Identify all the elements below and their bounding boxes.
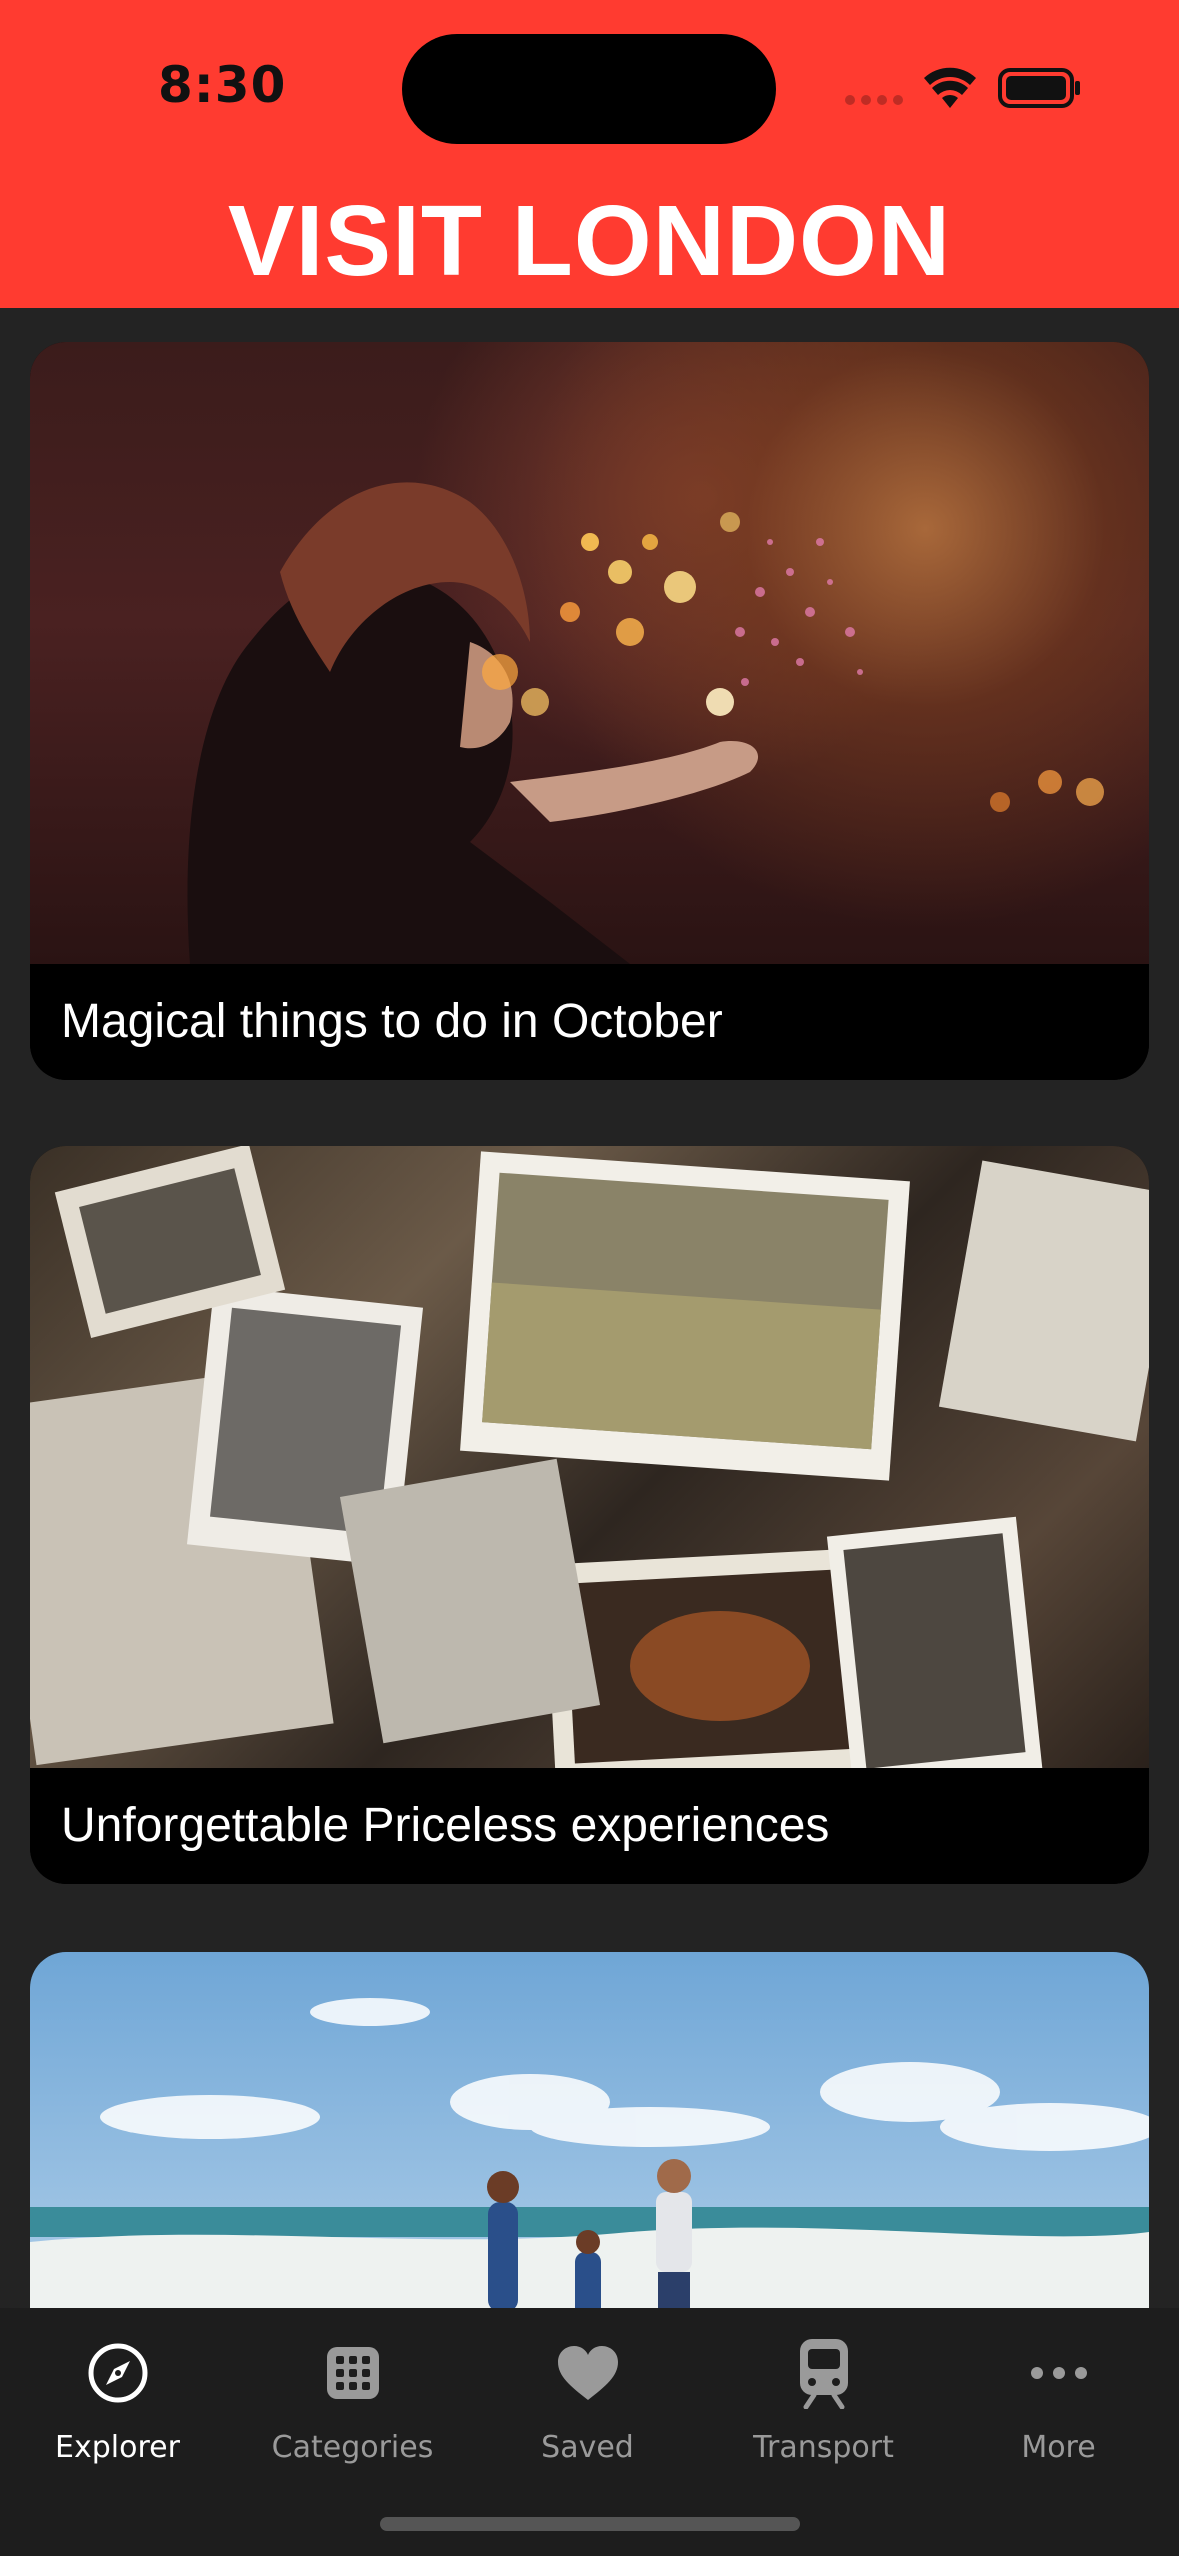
tab-explorer[interactable]: Explorer (0, 2328, 235, 2465)
family-at-beach-illustration (30, 1998, 1149, 2352)
tab-transport[interactable]: Transport (706, 2328, 941, 2465)
tab-label: Explorer (55, 2430, 180, 2465)
tab-label: Categories (271, 2430, 434, 2465)
cellular-signal-icon (845, 95, 903, 105)
tab-saved[interactable]: Saved (470, 2328, 705, 2465)
app-header: 8:30 VISIT LONDON (0, 0, 1179, 308)
dynamic-island (402, 34, 776, 144)
app-screen: 8:30 VISIT LONDON Magical things to do i… (0, 0, 1179, 2556)
train-icon (799, 2339, 848, 2409)
article-image (30, 342, 1149, 964)
article-title: Magical things to do in October (30, 964, 1149, 1080)
woman-blowing-sparkles-illustration (187, 482, 1104, 964)
heart-icon (557, 2346, 618, 2400)
vintage-photographs-illustration (30, 1146, 1149, 1768)
tab-categories[interactable]: Categories (235, 2328, 470, 2465)
wifi-icon (924, 67, 976, 108)
tab-label: Transport (753, 2430, 894, 2465)
page-title: VISIT LONDON (227, 185, 952, 297)
status-time: 8:30 (158, 56, 287, 114)
article-card[interactable]: Unforgettable Priceless experiences (30, 1146, 1149, 1884)
tab-label: Saved (541, 2430, 634, 2465)
article-image (30, 1146, 1149, 1768)
article-card[interactable]: Magical things to do in October (30, 342, 1149, 1080)
battery-icon (998, 68, 1080, 108)
compass-icon (88, 2343, 147, 2403)
article-title: Unforgettable Priceless experiences (30, 1768, 1149, 1884)
home-indicator[interactable] (380, 2517, 800, 2531)
tab-more[interactable]: More (941, 2328, 1176, 2465)
ellipsis-icon (1030, 2367, 1087, 2379)
tab-label: More (1021, 2430, 1096, 2465)
grid-icon (326, 2347, 379, 2399)
